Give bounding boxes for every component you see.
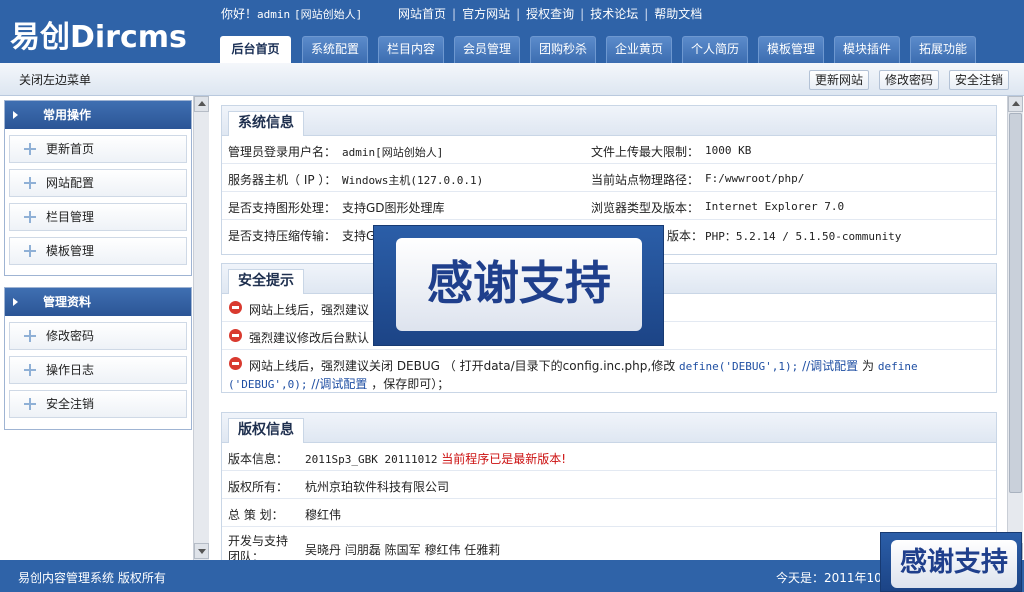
copyright-row: 版本信息： 2011Sp3_GBK 20111012 当前程序已是最新版本! [222,443,996,471]
panel-title: 安全提示 [228,269,304,294]
sidebar-item-template-manage[interactable]: 模板管理 [9,237,187,265]
left-sidebar: 常用操作 更新首页 网站配置 栏目管理 模板管理 管理资料 修改密码 操作日志 … [4,100,192,560]
footer-bar: 易创内容管理系统 版权所有 今天是：2011年10月 [0,560,1024,592]
info-row: 是否支持图形处理： 支持GD图形处理库 浏览器类型及版本： Internet E… [222,192,996,220]
arrow-up-icon [1012,101,1020,106]
top-header: 易创Dircms 你好！admin [网站创始人] 网站首页 | 官方网站 | 授权查询… [0,0,1024,63]
sidebar-item-update-home[interactable]: 更新首页 [9,135,187,163]
arrow-down-icon [198,549,206,554]
user-role: [网站创始人] [293,8,363,21]
scroll-down-button[interactable] [194,543,209,559]
footer-copyright: 易创内容管理系统 版权所有 [18,571,166,585]
watermark-text: 感谢支持 [891,540,1017,588]
sidebar-item-site-config[interactable]: 网站配置 [9,169,187,197]
scroll-up-button[interactable] [1008,96,1023,112]
footer-date: 今天是：2011年10月 [776,571,894,585]
tab-module-plugin[interactable]: 模块插件 [834,36,900,63]
tab-template-manage[interactable]: 模板管理 [758,36,824,63]
username: admin [257,8,291,21]
tab-group-buy[interactable]: 团购秒杀 [530,36,596,63]
warning-icon [229,301,242,314]
greeting-prefix: 你好！ [221,7,258,21]
sidebar-group-header[interactable]: 常用操作 [5,101,191,129]
arrow-up-icon [198,101,206,106]
scroll-up-button[interactable] [194,96,209,112]
plus-icon [24,143,36,155]
sidebar-item-logout[interactable]: 安全注销 [9,390,187,418]
plus-icon [24,330,36,342]
link-site-home[interactable]: 网站首页 [398,7,446,21]
warning-icon [229,329,242,342]
tab-column-content[interactable]: 栏目内容 [378,36,444,63]
tab-admin-home[interactable]: 后台首页 [220,36,291,63]
sidebar-item-operation-log[interactable]: 操作日志 [9,356,187,384]
tab-resume[interactable]: 个人简历 [682,36,748,63]
sidebar-item-change-password[interactable]: 修改密码 [9,322,187,350]
expand-arrow-icon [13,298,18,306]
warning-icon [229,357,242,370]
watermark-badge-corner: 感谢支持 [880,532,1022,592]
tab-yellow-pages[interactable]: 企业黄页 [606,36,672,63]
sub-toolbar: 关闭左边菜单 更新网站 修改密码 安全注销 [0,63,1024,96]
plus-icon [24,245,36,257]
watermark-badge-center: 感谢支持 [373,225,664,346]
tab-extensions[interactable]: 拓展功能 [910,36,976,63]
plus-icon [24,398,36,410]
info-row: 管理员登录用户名： admin[网站创始人] 文件上传最大限制： 1000 KB [222,136,996,164]
update-site-button[interactable]: 更新网站 [809,70,869,90]
plus-icon [24,364,36,376]
link-license-query[interactable]: 授权查询 [526,7,574,21]
tab-member-manage[interactable]: 会员管理 [454,36,520,63]
main-scrollbar[interactable] [1007,96,1023,560]
plus-icon [24,177,36,189]
tip-row: 网站上线后，强烈建议关闭 DEBUG （ 打开data/目录下的config.i… [228,357,918,391]
version-status: 当前程序已是最新版本! [441,452,567,466]
sidebar-item-column-manage[interactable]: 栏目管理 [9,203,187,231]
site-logo: 易创Dircms [10,20,187,55]
sidebar-scrollbar[interactable] [193,96,209,560]
close-left-menu-link[interactable]: 关闭左边菜单 [19,71,91,88]
tab-system-config[interactable]: 系统配置 [302,36,368,63]
sidebar-group-header[interactable]: 管理资料 [5,288,191,316]
change-password-button[interactable]: 修改密码 [879,70,939,90]
info-row: 服务器主机（ IP ）： Windows主机(127.0.0.1) 当前站点物理… [222,164,996,192]
link-official-site[interactable]: 官方网站 [462,7,510,21]
link-help-docs[interactable]: 帮助文档 [654,7,702,21]
link-tech-forum[interactable]: 技术论坛 [590,7,638,21]
logout-button[interactable]: 安全注销 [949,70,1009,90]
panel-title: 系统信息 [228,111,304,136]
sidebar-group-profile: 管理资料 修改密码 操作日志 安全注销 [4,287,192,430]
plus-icon [24,211,36,223]
copyright-row: 总 策 划： 穆红伟 [222,499,996,527]
scroll-thumb[interactable] [1009,113,1022,493]
watermark-text: 感谢支持 [396,238,642,331]
greeting: 你好！admin [网站创始人] [221,5,362,22]
panel-title: 版权信息 [228,418,304,443]
sidebar-group-common: 常用操作 更新首页 网站配置 栏目管理 模板管理 [4,100,192,276]
copyright-row: 版权所有： 杭州京珀软件科技有限公司 [222,471,996,499]
expand-arrow-icon [13,111,18,119]
top-links: 网站首页 | 官方网站 | 授权查询 | 技术论坛 | 帮助文档 [398,7,703,21]
